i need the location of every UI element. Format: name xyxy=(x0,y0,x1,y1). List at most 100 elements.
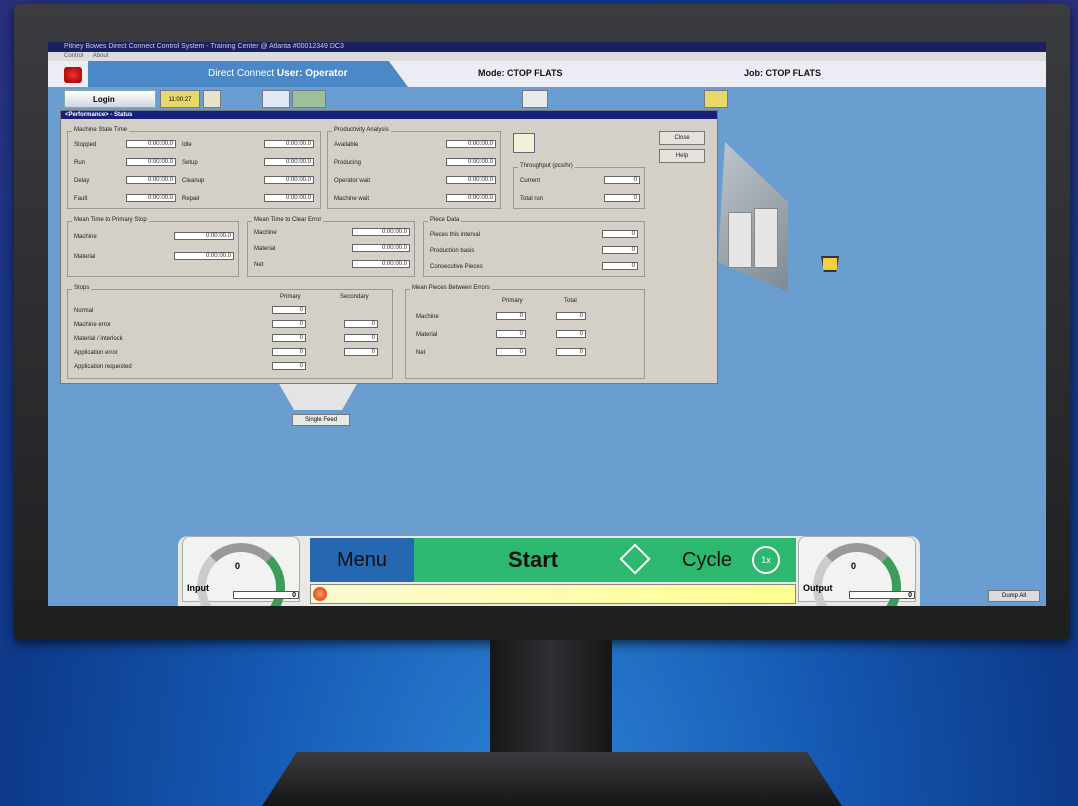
sparkle-icon[interactable] xyxy=(262,90,290,108)
value-stops-machine-error-secondary: 0 xyxy=(344,320,378,328)
stops-col-primary: Primary xyxy=(280,294,301,300)
monitor-base xyxy=(262,752,842,806)
emergency-stop-icon[interactable] xyxy=(64,67,82,83)
label-pieces-interval: Pieces this interval xyxy=(430,232,481,238)
stacker-icon xyxy=(821,256,839,272)
header-mode: Mode: CTOP FLATS xyxy=(478,68,563,78)
mpbe-title: Mean Pieces Between Errors xyxy=(410,285,492,291)
menu-button[interactable]: Menu xyxy=(310,538,414,582)
mpbe-group: Mean Pieces Between Errors Primary Total… xyxy=(405,285,645,379)
value-stops-application-error-secondary: 0 xyxy=(344,348,378,356)
single-feed-button[interactable]: Single Feed xyxy=(292,414,350,426)
monitor-neck xyxy=(490,640,612,760)
label-mpbe-net: Net xyxy=(416,350,426,356)
value-stops-normal-primary: 0 xyxy=(272,306,306,314)
label-production-basis: Production basis xyxy=(430,248,475,254)
label-mttce-material: Material xyxy=(254,246,276,252)
productivity-group: Productivity Analysis Available 0:00:00.… xyxy=(327,127,501,209)
dump-all-button[interactable]: Dump All xyxy=(988,590,1040,602)
header-brand: Direct Connect User: Operator xyxy=(208,68,348,79)
value-mpbe-machine-total: 0 xyxy=(556,312,586,320)
value-mpbe-material-primary: 0 xyxy=(496,330,526,338)
label-mpbe-machine: Machine xyxy=(416,314,439,320)
value-machine-wait: 0:00:00.0 xyxy=(446,194,496,202)
value-mpbe-net-primary: 0 xyxy=(496,348,526,356)
value-mpbe-material-total: 0 xyxy=(556,330,586,338)
mttce-title: Mean Time to Clear Error xyxy=(252,217,324,223)
start-label: Start xyxy=(508,547,559,572)
value-mttps-machine: 0:00:00.0 xyxy=(174,232,234,240)
label-stopped: Stopped xyxy=(74,142,97,148)
value-mttce-net: 0:00:00.0 xyxy=(352,260,410,268)
label-cleanup: Cleanup xyxy=(182,178,205,184)
value-consecutive-pieces: 0 xyxy=(602,262,638,270)
label-mpbe-material: Material xyxy=(416,332,438,338)
report-icon[interactable] xyxy=(513,133,535,153)
value-cleanup: 0:00:00.0 xyxy=(264,176,314,184)
piece-data-title: Piece Data xyxy=(428,217,462,223)
window-title: Pitney Bowes Direct Connect Control Syst… xyxy=(48,42,1046,52)
start-button[interactable]: Start xyxy=(414,538,674,582)
label-producing: Producing xyxy=(334,160,362,166)
output-gauge: 0 Output 0 xyxy=(798,536,916,606)
message-bar xyxy=(310,584,796,604)
label-stops-material-interlock: Material / interlock xyxy=(74,336,123,342)
label-repair: Repair xyxy=(182,196,200,202)
value-mpbe-net-total: 0 xyxy=(556,348,586,356)
bottom-control-bar: 0 Input 0 Menu Start Cycle 1x 0 Output 0 xyxy=(178,536,920,606)
label-current: Current xyxy=(520,178,541,184)
value-fault: 0:00:00.0 xyxy=(126,194,176,202)
alert-icon[interactable] xyxy=(313,587,327,601)
label-run: Run xyxy=(74,160,86,166)
close-button[interactable]: Close xyxy=(659,131,705,145)
value-mpbe-machine-primary: 0 xyxy=(496,312,526,320)
value-stops-application-error-primary: 0 xyxy=(272,348,306,356)
cycle-button[interactable]: Cycle 1x xyxy=(674,538,796,582)
input-gauge-value: 0 xyxy=(235,561,241,571)
cycle-refresh-icon: 1x xyxy=(752,546,780,574)
value-mttps-material: 0:00:00.0 xyxy=(174,252,234,260)
mttce-group: Mean Time to Clear Error Machine 0:00:00… xyxy=(247,217,415,277)
machine-bin-1 xyxy=(728,212,752,268)
label-machine-wait: Machine wait xyxy=(334,196,370,202)
value-operator-wait: 0:00:00.0 xyxy=(446,176,496,184)
output-count: 0 xyxy=(849,591,915,599)
value-pieces-interval: 0 xyxy=(602,230,638,238)
label-fault: Fault xyxy=(74,196,88,202)
value-mttce-material: 0:00:00.0 xyxy=(352,244,410,252)
tray-status-icon[interactable] xyxy=(704,90,728,108)
camera-icon[interactable] xyxy=(522,90,548,108)
help-button[interactable]: Help xyxy=(659,149,705,163)
label-stops-application-error: Application error xyxy=(74,350,118,356)
start-diamond-icon xyxy=(619,543,651,575)
label-mttps-material: Material xyxy=(74,254,96,260)
productivity-title: Productivity Analysis xyxy=(332,127,391,133)
machine-state-group: Machine State Time Stopped 0:00:00.0 Run… xyxy=(67,127,321,209)
value-stops-material-secondary: 0 xyxy=(344,334,378,342)
mttps-title: Mean Time to Primary Stop xyxy=(72,217,149,223)
value-stopped: 0:00:00.0 xyxy=(126,140,176,148)
value-stops-machine-error-primary: 0 xyxy=(272,320,306,328)
toolbar: Login 11:00:27 xyxy=(48,87,1046,109)
label-stops-machine-error: Machine error xyxy=(74,322,112,328)
notes-icon[interactable] xyxy=(203,90,221,108)
input-gauge: 0 Input 0 xyxy=(182,536,300,606)
value-setup: 0:00:00.0 xyxy=(264,158,314,166)
stops-group: Stops Primary Secondary Normal 0 Machine… xyxy=(67,285,393,379)
value-available: 0:00:00.0 xyxy=(446,140,496,148)
input-label: Input xyxy=(187,583,209,593)
output-gauge-value: 0 xyxy=(851,561,857,571)
menu-control[interactable]: Control xyxy=(64,53,83,59)
clock-counter[interactable]: 11:00:27 xyxy=(160,90,200,108)
label-delay: Delay xyxy=(74,178,90,184)
stops-col-secondary: Secondary xyxy=(340,294,369,300)
feeder-tray xyxy=(278,382,358,410)
menu-about[interactable]: About xyxy=(93,53,109,59)
stops-title: Stops xyxy=(72,285,92,291)
login-button[interactable]: Login xyxy=(64,90,156,108)
label-available: Available xyxy=(334,142,359,148)
piece-data-group: Piece Data Pieces this interval 0 Produc… xyxy=(423,217,645,277)
machine-view-icon[interactable] xyxy=(292,90,326,108)
throughput-title: Throughput (pcs/hr) xyxy=(518,163,575,169)
value-production-basis: 0 xyxy=(602,246,638,254)
